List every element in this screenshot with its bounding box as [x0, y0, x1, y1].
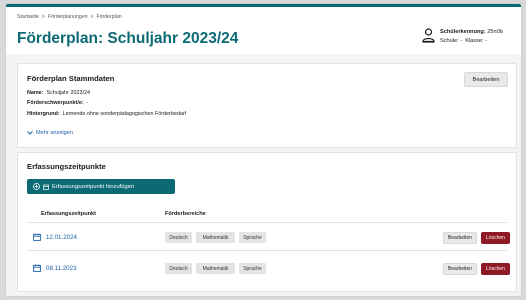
school-label: Schule: - — [440, 38, 463, 44]
stammdaten-edit-button[interactable]: Bearbeiten — [464, 72, 508, 87]
person-icon — [422, 28, 435, 43]
breadcrumb-separator: > — [41, 14, 45, 20]
field-background: Hintergrund: Lernende ohne sonderpädagogi… — [27, 111, 186, 117]
breadcrumb: Startseite > Förderplanungen > Förderplan — [17, 14, 122, 20]
timepoint-date: 12.01.2024 — [46, 233, 77, 241]
add-timepoint-button[interactable]: Erfassungszeitpunkt hinzufügen — [27, 179, 175, 194]
breadcrumb-item-plans[interactable]: Förderplanungen — [48, 14, 88, 20]
erfassung-title: Erfassungszeitpunkte — [27, 162, 106, 171]
field-background-value: Lernende ohne sonderpädagogischen Förder… — [62, 111, 187, 117]
area-tag: Sprache — [239, 263, 266, 274]
field-background-label: Hintergrund: — [27, 111, 60, 117]
student-id-label: Schülerkennung: — [440, 29, 486, 35]
edit-button[interactable]: Bearbeiten — [443, 232, 477, 244]
show-more-link[interactable]: Mehr anzeigen — [27, 130, 73, 136]
area-tag: Deutsch — [165, 232, 192, 243]
delete-button[interactable]: Löschen — [481, 263, 510, 275]
school-class: Schule: - Klasse: - — [440, 38, 487, 44]
field-focus-label: Förderschwerpunkt/e: — [27, 100, 84, 106]
field-focus-value: - — [86, 100, 89, 106]
page-title: Förderplan: Schuljahr 2023/24 — [17, 30, 239, 47]
field-name-label: Name: — [27, 90, 44, 96]
student-id: Schülerkennung: 25n0b — [440, 29, 503, 35]
show-more-label: Mehr anzeigen — [36, 130, 74, 136]
user-info: Schülerkennung: 25n0b Schule: - Klasse: … — [422, 27, 518, 47]
area-tag: Deutsch — [165, 263, 192, 274]
header-divider — [27, 222, 507, 223]
stammdaten-title: Förderplan Stammdaten — [27, 74, 115, 83]
page-header: Startseite > Förderplanungen > Förderplan Fö… — [6, 4, 521, 54]
row-divider — [27, 250, 507, 251]
breadcrumb-item-home[interactable]: Startseite — [17, 14, 39, 20]
calendar-icon — [33, 264, 41, 272]
calendar-icon — [43, 184, 49, 190]
timepoint-link[interactable]: 08.11.2023 — [33, 264, 77, 272]
field-name-value: Schuljahr 2023/24 — [46, 90, 90, 96]
field-focus: Förderschwerpunkt/e: - — [27, 100, 88, 106]
timepoint-link[interactable]: 12.01.2024 — [33, 233, 77, 241]
breadcrumb-separator: > — [90, 14, 94, 20]
erfassung-card: Erfassungszeitpunkte Erfassungszeitpunkt… — [17, 152, 517, 292]
chevron-down-icon — [27, 131, 33, 135]
calendar-icon — [33, 233, 41, 241]
column-header-timepoint: Erfassungszeitpunkt — [41, 211, 97, 217]
breadcrumb-item-current: Förderplan — [96, 14, 122, 20]
class-label: Klasse: - — [465, 38, 487, 44]
plus-circle-icon — [33, 183, 40, 190]
column-header-areas: Förderbereiche — [165, 211, 206, 217]
area-tag: Mathematik — [196, 263, 235, 274]
edit-button[interactable]: Bearbeiten — [443, 263, 477, 275]
student-id-value: 25n0b — [487, 29, 503, 35]
stammdaten-card: Förderplan Stammdaten Bearbeiten Name: Sc… — [17, 63, 517, 148]
add-timepoint-label: Erfassungszeitpunkt hinzufügen — [52, 183, 135, 190]
area-tag: Mathematik — [196, 232, 235, 243]
field-name: Name: Schuljahr 2023/24 — [27, 90, 90, 96]
area-tag: Sprache — [239, 232, 266, 243]
timepoint-date: 08.11.2023 — [46, 264, 77, 272]
app-window: Startseite > Förderplanungen > Förderplan Fö… — [5, 3, 522, 297]
delete-button[interactable]: Löschen — [481, 232, 510, 244]
